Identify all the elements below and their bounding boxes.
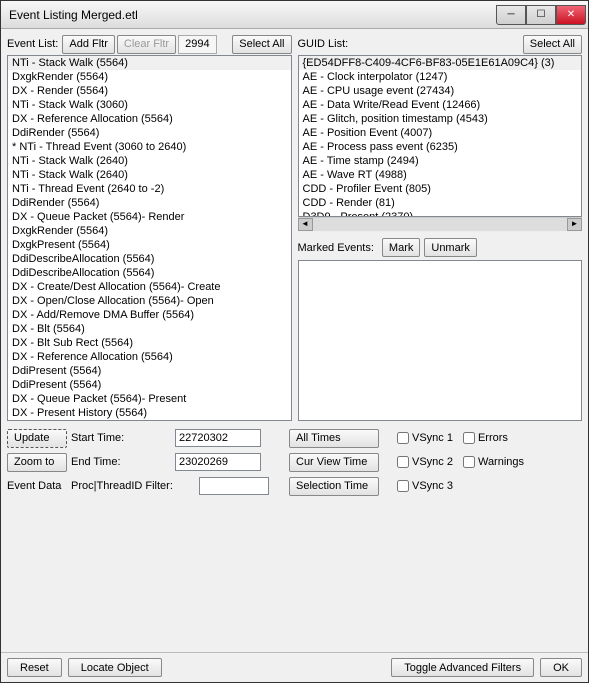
list-item[interactable]: AE - Position Event (4007) xyxy=(299,126,582,140)
unmark-button[interactable]: Unmark xyxy=(424,238,477,257)
mark-button[interactable]: Mark xyxy=(382,238,420,257)
list-item[interactable]: DX - Reference Allocation (5564) xyxy=(8,350,291,364)
vsync1-checkbox[interactable]: VSync 1 xyxy=(397,432,453,444)
list-item[interactable]: AE - CPU usage event (27434) xyxy=(299,84,582,98)
list-item[interactable]: * NTi - Thread Event (3060 to 2640) xyxy=(8,140,291,154)
list-item[interactable]: DdiPresent (5564) xyxy=(8,378,291,392)
list-item[interactable]: DX - Render (5564) xyxy=(8,84,291,98)
list-item[interactable]: DdiRender (5564) xyxy=(8,196,291,210)
event-select-all-button[interactable]: Select All xyxy=(232,35,291,54)
list-item[interactable]: NTi - Stack Walk (2640) xyxy=(8,168,291,182)
list-item[interactable]: NTi - Thread Event (2640 to -2) xyxy=(8,182,291,196)
selection-time-button[interactable]: Selection Time xyxy=(289,477,379,496)
marked-events-listbox[interactable] xyxy=(298,260,583,422)
list-item[interactable]: DxgkRender (5564) xyxy=(8,70,291,84)
errors-checkbox[interactable]: Errors xyxy=(463,432,508,444)
list-item[interactable]: DX - Create/Dest Allocation (5564)- Crea… xyxy=(8,280,291,294)
list-item[interactable]: AE - Data Write/Read Event (12466) xyxy=(299,98,582,112)
proc-filter-input[interactable] xyxy=(199,477,269,495)
guid-list-label: GUID List: xyxy=(298,38,349,50)
list-item[interactable]: AE - Glitch, position timestamp (4543) xyxy=(299,112,582,126)
titlebar[interactable]: Event Listing Merged.etl ─ ☐ ✕ xyxy=(1,1,588,29)
event-list-header: Event List: Add Fltr Clear Fltr 2994 Sel… xyxy=(7,33,292,55)
time-controls: Update Start Time: All Times VSync 1 Err… xyxy=(7,427,582,497)
list-item[interactable]: DdiDescribeAllocation (5564) xyxy=(8,266,291,280)
top-panes: Event List: Add Fltr Clear Fltr 2994 Sel… xyxy=(7,33,582,421)
event-listbox[interactable]: NTi - Stack Walk (5564)DxgkRender (5564)… xyxy=(7,55,292,421)
add-filter-button[interactable]: Add Fltr xyxy=(62,35,115,54)
clear-filter-button: Clear Fltr xyxy=(117,35,176,54)
event-list-pane: Event List: Add Fltr Clear Fltr 2994 Sel… xyxy=(7,33,292,421)
list-item[interactable]: CDD - Profiler Event (805) xyxy=(299,182,582,196)
guid-listbox[interactable]: {ED54DFF8-C409-4CF6-BF83-05E1E61A09C4} (… xyxy=(298,55,583,217)
list-item[interactable]: DdiPresent (5564) xyxy=(8,364,291,378)
list-item[interactable]: DxgkRender (5564) xyxy=(8,224,291,238)
reset-button[interactable]: Reset xyxy=(7,658,62,677)
window-controls: ─ ☐ ✕ xyxy=(496,5,586,25)
list-item[interactable]: DX - Reference Allocation (5564) xyxy=(8,112,291,126)
window: Event Listing Merged.etl ─ ☐ ✕ Event Lis… xyxy=(0,0,589,683)
update-button[interactable]: Update xyxy=(7,429,67,448)
list-item[interactable]: DX - Blt Sub Rect (5564) xyxy=(8,336,291,350)
list-item[interactable]: AE - Clock interpolator (1247) xyxy=(299,70,582,84)
vsync3-checkbox[interactable]: VSync 3 xyxy=(397,480,453,492)
list-item[interactable]: DdiDescribeAllocation (5564) xyxy=(8,252,291,266)
list-item[interactable]: DX - Add/Remove DMA Buffer (5564) xyxy=(8,308,291,322)
bottom-bar: Reset Locate Object Toggle Advanced Filt… xyxy=(1,652,588,682)
all-times-button[interactable]: All Times xyxy=(289,429,379,448)
start-time-input[interactable] xyxy=(175,429,261,447)
list-item[interactable]: AE - Wave RT (4988) xyxy=(299,168,582,182)
end-time-input[interactable] xyxy=(175,453,261,471)
list-item[interactable]: DX - Present History (5564) xyxy=(8,406,291,420)
toggle-advanced-filters-button[interactable]: Toggle Advanced Filters xyxy=(391,658,534,677)
event-count: 2994 xyxy=(178,35,216,54)
scroll-left-icon[interactable]: ◄ xyxy=(298,218,313,231)
end-time-label: End Time: xyxy=(71,456,171,468)
list-item[interactable]: CDD - Render (81) xyxy=(299,196,582,210)
window-title: Event Listing Merged.etl xyxy=(9,8,496,22)
guid-list-pane: GUID List: Select All {ED54DFF8-C409-4CF… xyxy=(298,33,583,421)
maximize-button[interactable]: ☐ xyxy=(526,5,556,25)
locate-object-button[interactable]: Locate Object xyxy=(68,658,162,677)
guid-list-header: GUID List: Select All xyxy=(298,33,583,55)
list-item[interactable]: DdiRender (5564) xyxy=(8,126,291,140)
list-item[interactable]: AE - Process pass event (6235) xyxy=(299,140,582,154)
list-item[interactable]: DX - Queue Packet (5564)- Render xyxy=(8,210,291,224)
list-item[interactable]: NTi - Stack Walk (3060) xyxy=(8,98,291,112)
list-item[interactable]: DX - Queue Packet (5564)- Present xyxy=(8,392,291,406)
marked-events-label: Marked Events: xyxy=(298,242,374,254)
event-data-label: Event Data xyxy=(7,480,67,492)
list-item[interactable]: DX - Open/Close Allocation (5564)- Open xyxy=(8,294,291,308)
cur-view-time-button[interactable]: Cur View Time xyxy=(289,453,379,472)
minimize-button[interactable]: ─ xyxy=(496,5,526,25)
scroll-right-icon[interactable]: ► xyxy=(567,218,582,231)
guid-hscroll[interactable]: ◄ ► xyxy=(298,217,583,232)
ok-button[interactable]: OK xyxy=(540,658,582,677)
start-time-label: Start Time: xyxy=(71,432,171,444)
list-item[interactable]: DxgkPresent (5564) xyxy=(8,238,291,252)
guid-select-all-button[interactable]: Select All xyxy=(523,35,582,54)
warnings-checkbox[interactable]: Warnings xyxy=(463,456,524,468)
zoom-to-button[interactable]: Zoom to xyxy=(7,453,67,472)
list-item[interactable]: NTi - Stack Walk (5564) xyxy=(8,56,291,70)
marked-events-row: Marked Events: Mark Unmark xyxy=(298,238,583,258)
list-item[interactable]: {ED54DFF8-C409-4CF6-BF83-05E1E61A09C4} (… xyxy=(299,56,582,70)
close-button[interactable]: ✕ xyxy=(556,5,586,25)
event-data-area xyxy=(7,499,582,648)
list-item[interactable]: DX - Queue Packet (5564)- PresentToken xyxy=(8,420,291,421)
vsync2-checkbox[interactable]: VSync 2 xyxy=(397,456,453,468)
content-area: Event List: Add Fltr Clear Fltr 2994 Sel… xyxy=(1,29,588,652)
event-list-label: Event List: xyxy=(7,38,58,50)
list-item[interactable]: DX - Blt (5564) xyxy=(8,322,291,336)
list-item[interactable]: NTi - Stack Walk (2640) xyxy=(8,154,291,168)
list-item[interactable]: AE - Time stamp (2494) xyxy=(299,154,582,168)
